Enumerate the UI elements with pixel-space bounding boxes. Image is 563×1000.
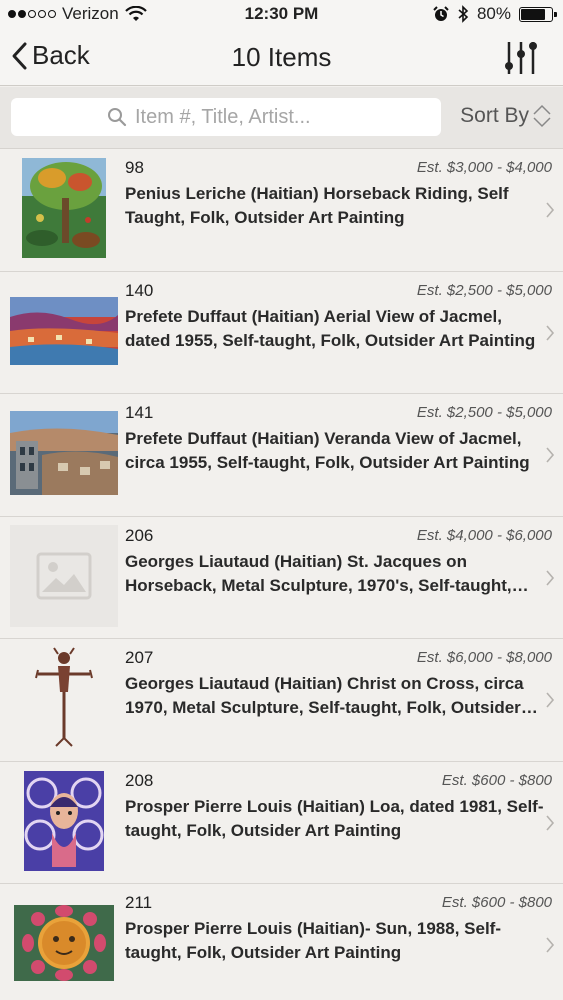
- painting-loa-image: [24, 770, 104, 871]
- sculpture-cross-image: [35, 647, 93, 747]
- item-title: Prosper Pierre Louis (Haitian)- Sun, 198…: [125, 919, 501, 962]
- status-right: 80%: [433, 4, 557, 24]
- list-item[interactable]: 141 Est. $2,500 - $5,000 Prefete Duffaut…: [0, 394, 563, 517]
- estimate: Est. $600 - $800: [441, 771, 552, 789]
- item-thumbnail: [10, 280, 118, 382]
- estimate: Est. $6,000 - $8,000: [416, 649, 552, 666]
- estimate: Est. $4,000 - $6,000: [416, 526, 552, 544]
- lot-number: 98: [125, 158, 144, 177]
- item-title: Georges Liautaud (Haitian) Christ on Cro…: [125, 674, 524, 717]
- item-thumbnail: [10, 647, 118, 749]
- item-title: Georges Liautaud (Haitian) St. Jacques o…: [125, 551, 512, 595]
- navigation-bar: Back 10 Items: [0, 30, 563, 86]
- status-bar: Verizon 12:30 PM 80%: [0, 0, 563, 30]
- list-item[interactable]: 206 Est. $4,000 - $6,000 Georges Liautau…: [0, 516, 563, 639]
- chevron-right-icon: [546, 814, 555, 831]
- page-title: 10 Items: [231, 42, 332, 72]
- item-title: Prosper Pierre Louis (Haitian) Loa, date…: [125, 796, 544, 840]
- estimate: Est. $2,500 - $5,000: [416, 281, 552, 299]
- item-title: Prefete Duffaut (Haitian) Veranda View o…: [125, 429, 530, 472]
- battery-percent: 80%: [476, 4, 511, 23]
- item-title: Penius Leriche (Haitian) Horseback Ridin…: [125, 184, 509, 227]
- list-item[interactable]: 208 Est. $600 - $800 Prosper Pierre Loui…: [0, 761, 563, 884]
- item-title: Prefete Duffaut (Haitian) Aerial View of…: [125, 306, 536, 350]
- sort-by-label: Sort By: [460, 104, 529, 127]
- estimate: Est. $3,000 - $4,000: [416, 159, 552, 176]
- search-field[interactable]: [11, 98, 441, 136]
- item-thumbnail: [10, 892, 118, 994]
- chevron-right-icon: [546, 202, 555, 218]
- list-item[interactable]: 207 Est. $6,000 - $8,000 Georges Liautau…: [0, 639, 563, 762]
- lot-number: 208: [125, 770, 154, 790]
- bluetooth-icon: [458, 5, 469, 23]
- painting-veranda-image: [10, 411, 118, 495]
- sort-by-button[interactable]: Sort By: [460, 103, 553, 129]
- chevron-right-icon: [546, 447, 555, 463]
- item-thumbnail: [10, 770, 118, 872]
- chevron-right-icon: [546, 937, 555, 953]
- sliders-icon[interactable]: [501, 38, 541, 78]
- painting-aerial-image: [10, 296, 118, 365]
- battery-icon: [519, 6, 557, 22]
- estimate: Est. $600 - $800: [441, 894, 552, 911]
- item-thumbnail: [10, 157, 118, 259]
- lot-number: 206: [125, 525, 154, 545]
- lot-number: 141: [125, 403, 154, 422]
- search-icon: [108, 108, 127, 127]
- painting-tree-image: [22, 158, 106, 258]
- list-item[interactable]: 140 Est. $2,500 - $5,000 Prefete Duffaut…: [0, 271, 563, 394]
- lot-number: 207: [125, 648, 154, 667]
- estimate: Est. $2,500 - $5,000: [416, 404, 552, 421]
- chevron-right-icon: [546, 569, 555, 586]
- chevron-right-icon: [546, 324, 555, 341]
- painting-sun-image: [14, 905, 114, 981]
- list-item[interactable]: 211 Est. $600 - $800 Prosper Pierre Loui…: [0, 884, 563, 1000]
- image-placeholder-icon: [36, 552, 92, 599]
- search-bar: Sort By: [0, 87, 563, 149]
- item-list: 98 Est. $3,000 - $4,000 Penius Leriche (…: [0, 149, 563, 1000]
- sort-diamond-icon: [533, 104, 551, 128]
- item-thumbnail: [10, 524, 118, 627]
- item-thumbnail: [10, 402, 118, 504]
- lot-number: 211: [125, 893, 153, 912]
- chevron-right-icon: [546, 692, 555, 708]
- lot-number: 140: [125, 280, 154, 300]
- alarm-icon: [433, 6, 449, 21]
- search-input[interactable]: [135, 105, 345, 129]
- list-item[interactable]: 98 Est. $3,000 - $4,000 Penius Leriche (…: [0, 149, 563, 272]
